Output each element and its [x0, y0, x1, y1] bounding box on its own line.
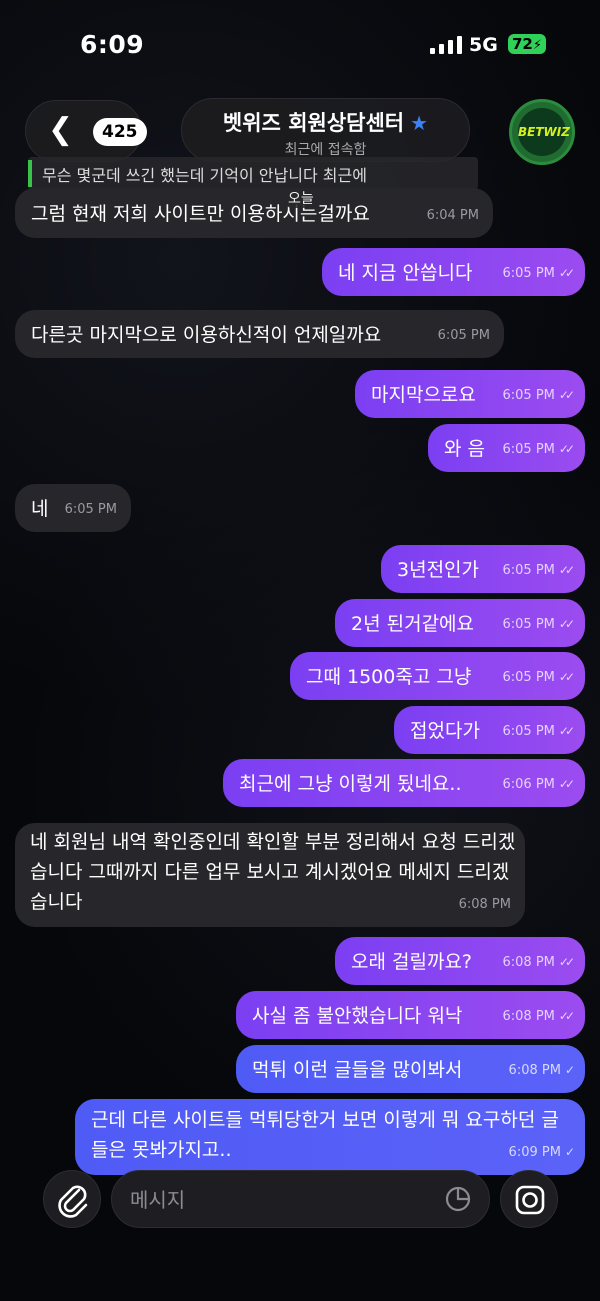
status-bar: 6:09 5G 72⚡	[0, 0, 600, 90]
double-check-icon: ✓✓	[558, 563, 575, 577]
signal-icon	[430, 36, 462, 54]
message-incoming[interactable]: 그럼 현재 저희 사이트만 이용하시는걸까요 6:04 PM	[15, 188, 493, 238]
message-meta: 6:08 PM ✓	[508, 1055, 575, 1086]
double-check-icon: ✓✓	[558, 442, 575, 456]
message-time: 6:05 PM	[502, 388, 555, 403]
message-time: 6:05 PM	[502, 670, 555, 685]
message-text: 접었다가	[410, 720, 480, 742]
chevron-left-icon: ❮	[48, 112, 74, 147]
message-meta: 6:05 PM ✓✓	[502, 609, 576, 640]
message-text: 오래 걸릴까요?	[351, 951, 473, 973]
message-text: 근데 다른 사이트들 먹튀당한거 보면 이렇게 뭐 요구하던 글들은 못봐가지고…	[91, 1109, 559, 1161]
message-text: 마지막으로요	[371, 384, 476, 406]
date-separator: 오늘	[284, 188, 318, 208]
back-button[interactable]: ❮ 425	[25, 100, 147, 162]
double-check-icon: ✓✓	[558, 1009, 575, 1023]
message-time: 6:05 PM	[502, 442, 555, 457]
message-meta: 6:05 PM ✓✓	[502, 716, 576, 747]
message-text: 사실 좀 불안했습니다 워낙	[252, 1005, 463, 1027]
message-time: 6:08 PM	[502, 955, 555, 970]
sticker-icon[interactable]	[444, 1185, 472, 1213]
message-time: 6:09 PM	[508, 1145, 561, 1160]
message-time: 6:05 PM	[502, 617, 555, 632]
message-outgoing[interactable]: 오래 걸릴까요? 6:08 PM ✓✓	[335, 937, 585, 985]
message-outgoing[interactable]: 2년 된거같에요 6:05 PM ✓✓	[335, 599, 585, 647]
message-text: 그럼 현재 저희 사이트만 이용하시는걸까요	[31, 203, 370, 225]
message-text: 먹튀 이런 글들을 많이봐서	[252, 1059, 463, 1081]
message-composer[interactable]	[111, 1170, 490, 1228]
clock: 6:09	[80, 30, 145, 59]
battery-icon: 72⚡	[508, 34, 546, 54]
message-text: 네 회원님 내역 확인중인데 확인할 부분 정리해서 요청 드리겠습니다 그때까…	[30, 831, 516, 913]
single-check-icon: ✓	[564, 1145, 575, 1159]
message-text: 네	[31, 498, 49, 520]
avatar[interactable]: BETWIZ	[509, 99, 575, 165]
message-time: 6:08 PM	[502, 1009, 555, 1024]
double-check-icon: ✓✓	[558, 266, 575, 280]
message-text: 2년 된거같에요	[351, 613, 475, 635]
message-time: 6:08 PM	[458, 897, 511, 912]
message-incoming[interactable]: 다른곳 마지막으로 이용하신적이 언제일까요 6:05 PM	[15, 310, 504, 358]
double-check-icon: ✓✓	[558, 670, 575, 684]
last-seen-status: 최근에 접속함	[284, 142, 367, 158]
unread-count-badge: 425	[93, 118, 147, 146]
message-time: 6:05 PM	[64, 502, 117, 517]
message-outgoing[interactable]: 그때 1500죽고 그냥 6:05 PM ✓✓	[290, 652, 585, 700]
reply-preview-text: 무슨 몇군데 쓰긴 했는데 기억이 안납니다 최근에	[42, 166, 367, 185]
camera-button[interactable]	[500, 1170, 558, 1228]
message-text: 와 음	[444, 438, 485, 460]
paperclip-icon	[58, 1185, 88, 1218]
message-time: 6:05 PM	[502, 563, 555, 578]
message-time: 6:08 PM	[508, 1063, 561, 1078]
message-meta: 6:08 PM ✓✓	[502, 947, 576, 978]
star-icon: ★	[410, 111, 429, 135]
double-check-icon: ✓✓	[558, 617, 575, 631]
message-meta: 6:05 PM ✓✓	[502, 380, 576, 411]
double-check-icon: ✓✓	[558, 955, 575, 969]
chat-title: 벳위즈 회원상담센터	[222, 111, 405, 135]
double-check-icon: ✓✓	[558, 388, 575, 402]
message-outgoing[interactable]: 네 지금 안씁니다 6:05 PM ✓✓	[322, 248, 585, 296]
reply-accent-bar	[28, 160, 32, 187]
message-text: 그때 1500죽고 그냥	[306, 666, 472, 688]
message-time: 6:05 PM	[502, 266, 555, 281]
message-text: 최근에 그냥 이렇게 됬네요..	[239, 773, 462, 795]
double-check-icon: ✓✓	[558, 777, 575, 791]
message-outgoing[interactable]: 3년전인가 6:05 PM ✓✓	[381, 545, 585, 593]
battery-level: 72	[512, 35, 533, 53]
message-time: 6:04 PM	[426, 208, 479, 223]
message-time: 6:06 PM	[502, 777, 555, 792]
message-meta: 6:05 PM ✓✓	[502, 662, 576, 693]
message-input[interactable]	[128, 1183, 432, 1217]
chat-title-pill[interactable]: 벳위즈 회원상담센터 ★ 최근에 접속함	[181, 98, 470, 162]
message-outgoing[interactable]: 마지막으로요 6:05 PM ✓✓	[355, 370, 585, 418]
pinned-reply-preview[interactable]: 무슨 몇군데 쓰긴 했는데 기억이 안납니다 최근에	[28, 157, 478, 190]
message-text: 네 지금 안씁니다	[338, 262, 473, 284]
message-time: 6:05 PM	[502, 724, 555, 739]
double-check-icon: ✓✓	[558, 724, 575, 738]
message-outgoing[interactable]: 사실 좀 불안했습니다 워낙 6:08 PM ✓✓	[236, 991, 585, 1039]
message-text: 3년전인가	[397, 559, 480, 581]
network-label: 5G	[469, 34, 498, 56]
message-outgoing[interactable]: 먹튀 이런 글들을 많이봐서 6:08 PM ✓	[236, 1045, 585, 1093]
message-outgoing[interactable]: 근데 다른 사이트들 먹튀당한거 보면 이렇게 뭐 요구하던 글들은 못봐가지고…	[75, 1099, 585, 1175]
attach-button[interactable]	[43, 1170, 101, 1228]
message-meta: 6:09 PM ✓	[508, 1137, 575, 1168]
message-meta: 6:05 PM ✓✓	[502, 258, 576, 289]
avatar-logo: BETWIZ	[518, 108, 570, 156]
message-meta: 6:05 PM ✓✓	[502, 555, 576, 586]
message-time: 6:05 PM	[437, 328, 490, 343]
message-incoming[interactable]: 네 회원님 내역 확인중인데 확인할 부분 정리해서 요청 드리겠습니다 그때까…	[15, 823, 525, 927]
message-text: 다른곳 마지막으로 이용하신적이 언제일까요	[31, 324, 382, 346]
camera-icon	[515, 1185, 545, 1215]
message-outgoing[interactable]: 최근에 그냥 이렇게 됬네요.. 6:06 PM ✓✓	[223, 759, 585, 807]
message-outgoing[interactable]: 접었다가 6:05 PM ✓✓	[394, 706, 585, 754]
single-check-icon: ✓	[564, 1063, 575, 1077]
message-outgoing[interactable]: 와 음 6:05 PM ✓✓	[428, 424, 585, 472]
message-meta: 6:05 PM ✓✓	[502, 434, 576, 465]
message-meta: 6:06 PM ✓✓	[502, 769, 576, 800]
message-meta: 6:08 PM ✓✓	[502, 1001, 576, 1032]
message-incoming[interactable]: 네 6:05 PM	[15, 484, 131, 532]
